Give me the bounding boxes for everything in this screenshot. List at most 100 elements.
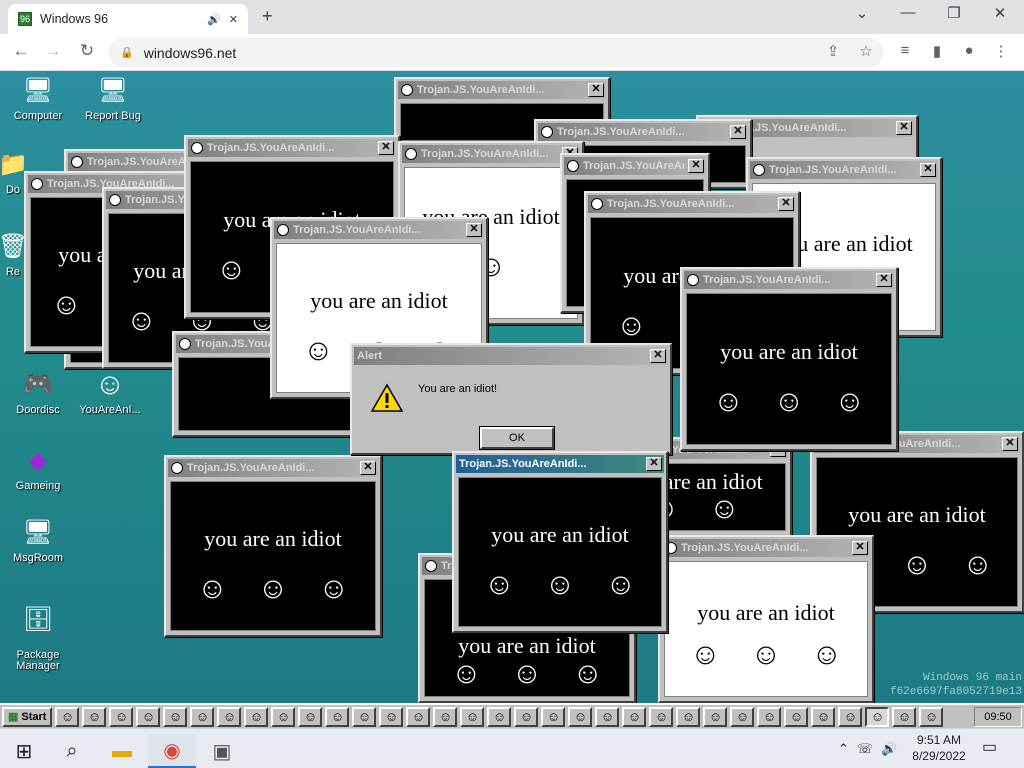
taskbar-window-button[interactable]: ☺ <box>163 706 188 727</box>
windows-start-icon[interactable]: ⊞ <box>0 734 48 768</box>
taskbar-window-button[interactable]: ☺ <box>622 706 647 727</box>
popup-titlebar[interactable]: Trojan.JS.YouAreAnIdi...✕ <box>274 221 484 239</box>
popup-titlebar[interactable]: Trojan.JS.YouAreAnIdi...✕ <box>402 145 580 163</box>
taskbar-window-button[interactable]: ☺ <box>865 706 890 727</box>
taskbar-window-button[interactable]: ☺ <box>82 706 107 727</box>
popup-titlebar[interactable]: Trojan.JS.YouAreAnIdi...✕ <box>564 157 706 175</box>
taskbar-window-button[interactable]: ☺ <box>244 706 269 727</box>
ok-button[interactable]: OK <box>479 426 555 450</box>
taskbar-window-button[interactable]: ☺ <box>109 706 134 727</box>
desktop-icon-youareanidiot[interactable]: ☺ YouAreAnI... <box>75 369 145 417</box>
profile-avatar-icon[interactable]: ● <box>958 42 980 59</box>
popup-window[interactable]: Trojan.JS.YouAreAnIdi... ✕ you are an idi… <box>658 535 874 703</box>
desktop-icon-msgroom[interactable]: 🖥 MsgRoom <box>3 517 73 564</box>
taskbar-window-button[interactable]: ☺ <box>595 706 620 727</box>
chrome-icon[interactable]: ◉ <box>148 734 196 768</box>
taskbar-window-button[interactable]: ☺ <box>325 706 350 727</box>
desktop-icon-gameing[interactable]: ◆ Gameing <box>3 445 73 492</box>
reload-icon[interactable]: ↻ <box>76 41 98 61</box>
browser-tab[interactable]: 96 Windows 96 🔊 ✕ <box>8 4 248 34</box>
bookmark-star-icon[interactable]: ☆ <box>855 42 877 60</box>
popup-close-button[interactable]: ✕ <box>360 461 376 475</box>
alert-titlebar[interactable]: Alert ✕ <box>354 347 668 365</box>
taskbar-window-button[interactable]: ☺ <box>568 706 593 727</box>
taskbar-window-button[interactable]: ☺ <box>298 706 323 727</box>
popup-close-button[interactable]: ✕ <box>1002 437 1018 451</box>
popup-close-button[interactable]: ✕ <box>920 163 936 177</box>
desktop-icon-doordisc[interactable]: 🎮 Doordisc <box>3 369 73 416</box>
taskbar-window-button[interactable]: ☺ <box>55 706 80 727</box>
media-control-icon[interactable]: ≡ <box>894 42 916 59</box>
popup-close-button[interactable]: ✕ <box>896 121 912 135</box>
side-panel-icon[interactable]: ▮ <box>926 42 948 60</box>
popup-close-button[interactable]: ✕ <box>378 141 394 155</box>
popup-close-button[interactable]: ✕ <box>688 159 704 173</box>
search-icon[interactable]: ⌕ <box>48 734 96 768</box>
taskbar-window-button[interactable]: ☺ <box>406 706 431 727</box>
taskbar-window-button[interactable]: ☺ <box>784 706 809 727</box>
popup-titlebar[interactable]: Trojan.JS.YouAreAnIdi...✕ <box>538 123 748 141</box>
restore-button[interactable]: ❐ <box>932 4 976 22</box>
taskbar-window-button[interactable]: ☺ <box>190 706 215 727</box>
taskbar-window-button[interactable]: ☺ <box>217 706 242 727</box>
popup-titlebar[interactable]: Trojan.JS.YouAreAnIdi...✕ <box>456 455 664 473</box>
back-icon[interactable]: ← <box>10 41 32 61</box>
start-button[interactable]: ▦ Start <box>2 706 53 727</box>
lock-icon[interactable]: 🔒 <box>120 46 134 59</box>
popup-titlebar[interactable]: Trojan.JS.YouAreAnIdi...✕ <box>188 139 396 157</box>
share-icon[interactable]: ⇪ <box>822 42 844 60</box>
menu-kebab-icon[interactable]: ⋮ <box>990 42 1012 60</box>
desktop-icon-package-manager[interactable]: 🗄 Package Manager <box>3 593 73 672</box>
desktop-icon-report-bug[interactable]: 🖥 Report Bug <box>78 75 148 122</box>
taskbar-window-button[interactable]: ☺ <box>541 706 566 727</box>
popup-close-button[interactable]: ✕ <box>588 83 604 97</box>
popup-close-button[interactable]: ✕ <box>778 197 794 211</box>
taskbar-clock[interactable]: 9:51 AM 8/29/2022 <box>906 732 972 764</box>
taskbar-window-button[interactable]: ☺ <box>703 706 728 727</box>
popup-close-button[interactable]: ✕ <box>876 273 892 287</box>
taskbar-window-button[interactable]: ☺ <box>892 706 917 727</box>
taskbar-window-button[interactable]: ☺ <box>730 706 755 727</box>
minimize-button[interactable]: — <box>886 4 930 21</box>
taskbar-window-button[interactable]: ☺ <box>379 706 404 727</box>
taskbar-window-button[interactable]: ☺ <box>136 706 161 727</box>
w96-desktop[interactable]: 🖥 Computer 🖥 Report Bug 📁 Do 🗑 Re 🎮 Door… <box>0 71 1024 703</box>
popup-close-button[interactable]: ✕ <box>730 125 746 139</box>
close-window-button[interactable]: ✕ <box>978 4 1022 22</box>
taskbar-window-button[interactable]: ☺ <box>919 706 944 727</box>
taskbar-window-button[interactable]: ☺ <box>811 706 836 727</box>
taskbar-window-button[interactable]: ☺ <box>460 706 485 727</box>
taskbar-window-button[interactable]: ☺ <box>352 706 377 727</box>
popup-window[interactable]: Trojan.JS.YouAreAnIdi... ✕ you are an idi… <box>164 455 382 637</box>
taskbar-window-button[interactable]: ☺ <box>514 706 539 727</box>
app-icon[interactable]: ▣ <box>198 734 246 768</box>
taskbar-window-button[interactable]: ☺ <box>271 706 296 727</box>
new-tab-button[interactable]: + <box>262 6 273 27</box>
system-tray[interactable]: ⌃☏🔊 <box>838 741 905 757</box>
tab-audio-icon[interactable]: 🔊 <box>207 13 221 26</box>
notifications-icon[interactable]: ▭ <box>982 737 997 757</box>
taskbar-window-button[interactable]: ☺ <box>757 706 782 727</box>
popup-window-active[interactable]: Trojan.JS.YouAreAnIdi... ✕ you are an idi… <box>452 451 668 633</box>
popup-titlebar[interactable]: Trojan.JS.YouAreAnIdi...✕ <box>588 195 796 213</box>
popup-titlebar[interactable]: Trojan.JS.YouAreAnIdi...✕ <box>168 459 378 477</box>
alert-dialog[interactable]: Alert ✕ You are an idiot! OK <box>350 343 672 455</box>
popup-window[interactable]: Trojan.JS.YouAreAnIdi... ✕ you are an idi… <box>680 267 898 451</box>
tab-close-icon[interactable]: ✕ <box>229 13 238 26</box>
taskbar-window-button[interactable]: ☺ <box>487 706 512 727</box>
popup-close-button[interactable]: ✕ <box>852 541 868 555</box>
popup-titlebar[interactable]: Trojan.JS.YouAreAnIdi...✕ <box>398 81 606 99</box>
taskbar-window-button[interactable]: ☺ <box>649 706 674 727</box>
forward-icon[interactable]: → <box>42 41 64 61</box>
popup-titlebar[interactable]: Trojan.JS.YouAreAnIdi...✕ <box>750 161 938 179</box>
alert-close-button[interactable]: ✕ <box>650 349 666 363</box>
taskbar-window-button[interactable]: ☺ <box>433 706 458 727</box>
popup-titlebar[interactable]: Trojan.JS.YouAreAnIdi...✕ <box>684 271 894 289</box>
taskbar-window-button[interactable]: ☺ <box>838 706 863 727</box>
address-bar[interactable]: 🔒 windows96.net <box>108 38 884 67</box>
desktop-icon-computer[interactable]: 🖥 Computer <box>3 75 73 122</box>
popup-titlebar[interactable]: Trojan.JS.YouAreAnIdi...✕ <box>662 539 870 557</box>
popup-close-button[interactable]: ✕ <box>646 457 662 471</box>
file-explorer-icon[interactable]: ▬ <box>98 734 146 768</box>
taskbar-window-button[interactable]: ☺ <box>676 706 701 727</box>
